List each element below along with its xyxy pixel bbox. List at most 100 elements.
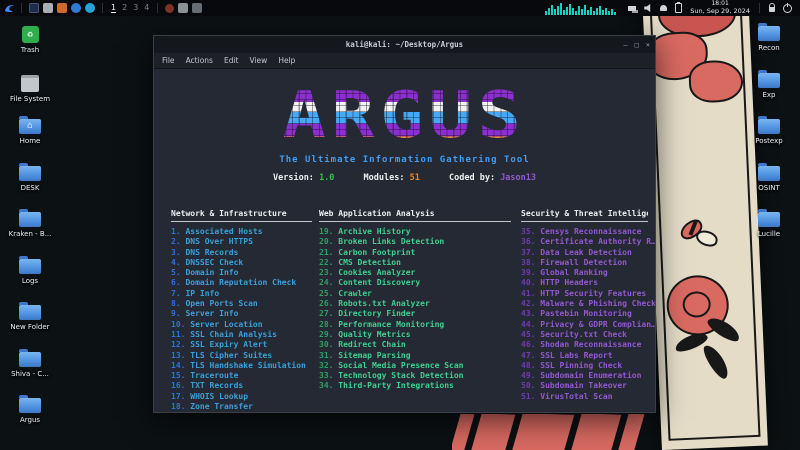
desktop-icon-desk[interactable]: DESK [2, 166, 58, 192]
desktop-icon-lucille[interactable]: Lucille [741, 212, 797, 238]
stripe [452, 414, 474, 450]
workspace-3[interactable]: 3 [133, 3, 138, 13]
menu-file[interactable]: File [162, 56, 175, 65]
module-item: 14. TLS Handshake Simulation [171, 361, 319, 371]
menu-help[interactable]: Help [278, 56, 295, 65]
item-label: Privacy & GDPR Complian… [540, 320, 655, 329]
module-item: 5. Domain Info [171, 268, 319, 278]
item-label: SSL Chain Analysis [190, 330, 277, 339]
item-number: 15. [171, 371, 190, 380]
top-panel: 1234 18:01 Sun, Sep 29, 2024 [0, 0, 800, 16]
vm2-icon[interactable] [192, 3, 202, 13]
item-label: Carbon Footprint [338, 248, 415, 257]
item-label: Certificate Authority R… [540, 237, 655, 246]
network-icon[interactable] [628, 6, 636, 11]
item-number: 29. [319, 330, 338, 339]
terminal-titlebar[interactable]: kali@kali: ~/Desktop/Argus –□× [154, 36, 655, 53]
module-item: 36. Certificate Authority R… [521, 237, 655, 247]
desktop-icon-label: DESK [21, 184, 40, 192]
module-item: 38. Firewall Detection [521, 258, 655, 268]
module-item: 6. Domain Reputation Check [171, 278, 319, 288]
desktop-icon-argus[interactable]: Argus [2, 398, 58, 424]
visualizer-bar [599, 6, 601, 15]
item-label: Performance Monitoring [338, 320, 444, 329]
stripe [565, 414, 622, 450]
folder-icon [758, 26, 780, 41]
desktop-icon-label: Home [20, 137, 41, 145]
desktop-icon-home[interactable]: Home [2, 119, 58, 145]
desktop-icon-shiva-c-[interactable]: Shiva - C... [2, 352, 58, 378]
desktop-icon-postexp[interactable]: Postexp [741, 119, 797, 145]
workspace-4[interactable]: 4 [144, 3, 149, 13]
desktop-icon-trash[interactable]: Trash [2, 26, 58, 54]
item-label: Firewall Detection [540, 258, 627, 267]
battery-icon[interactable] [675, 3, 682, 13]
item-number: 38. [521, 258, 540, 267]
item-number: 47. [521, 351, 540, 360]
app-blue-icon[interactable] [71, 3, 81, 13]
panel-clock[interactable]: 18:01 Sun, Sep 29, 2024 [690, 1, 750, 15]
visualizer-bar [614, 12, 616, 15]
item-number: 5. [171, 268, 185, 277]
app-teal-icon[interactable] [85, 3, 95, 13]
item-label: Sitemap Parsing [338, 351, 410, 360]
panel-separator [759, 3, 760, 13]
module-column-1: Network & Infrastructure1. Associated Ho… [171, 209, 319, 412]
notifications-icon[interactable] [660, 5, 667, 11]
item-label: SSL Labs Report [540, 351, 612, 360]
item-number: 14. [171, 361, 190, 370]
module-item: 32. Social Media Presence Scan [319, 361, 521, 371]
folder-icon [19, 259, 41, 274]
module-item: 3. DNS Records [171, 248, 319, 258]
vm-icon[interactable] [178, 3, 188, 13]
item-number: 26. [319, 299, 338, 308]
item-label: Third-Party Integrations [338, 381, 454, 390]
item-label: CMS Detection [338, 258, 401, 267]
item-label: Quality Metrics [338, 330, 410, 339]
desktop-icon-recon[interactable]: Recon [741, 26, 797, 52]
menu-edit[interactable]: Edit [224, 56, 239, 65]
workspace-2[interactable]: 2 [122, 3, 127, 13]
desktop-icon-logs[interactable]: Logs [2, 259, 58, 285]
minimize-button[interactable]: – [623, 41, 627, 49]
panel-separator [157, 3, 158, 13]
desktop-icon-new-folder[interactable]: New Folder [2, 305, 58, 331]
desktop-icon-exp[interactable]: Exp [741, 73, 797, 99]
item-label: Associated Hosts [185, 227, 262, 236]
text-editor-icon[interactable] [57, 3, 67, 13]
panel-separator [21, 3, 22, 13]
volume-icon[interactable] [644, 4, 652, 12]
item-number: 10. [171, 320, 190, 329]
terminal-icon[interactable] [29, 3, 39, 13]
folder-home-icon [19, 119, 41, 134]
module-item: 42. Malware & Phishing Check [521, 299, 655, 309]
file-manager-icon[interactable] [43, 3, 53, 13]
kali-menu-icon[interactable] [4, 2, 16, 14]
coded-by-value: Jason13 [500, 173, 536, 183]
lock-icon[interactable] [769, 7, 775, 12]
maximize-button[interactable]: □ [635, 41, 639, 49]
desktop-icon-file-system[interactable]: File System [2, 73, 58, 103]
desktop-icon-osint[interactable]: OSINT [741, 166, 797, 192]
item-number: 33. [319, 371, 338, 380]
item-label: Domain Info [185, 268, 238, 277]
module-columns: Network & Infrastructure1. Associated Ho… [171, 209, 655, 412]
module-item: 25. Crawler [319, 289, 521, 299]
power-icon[interactable] [783, 4, 792, 13]
menu-view[interactable]: View [250, 56, 268, 65]
item-label: TXT Records [190, 381, 243, 390]
visualizer-bar [596, 8, 598, 15]
module-item: 47. SSL Labs Report [521, 351, 655, 361]
item-label: Open Ports Scan [185, 299, 257, 308]
card-butterfly [695, 229, 720, 248]
close-button[interactable]: × [646, 41, 650, 49]
item-label: TLS Cipher Suites [190, 351, 272, 360]
burp-icon[interactable] [165, 4, 174, 13]
stripe [506, 414, 575, 450]
workspace-1[interactable]: 1 [111, 3, 116, 13]
item-number: 37. [521, 248, 540, 257]
item-label: HTTP Security Features [540, 289, 646, 298]
desktop-icon-kraken-b-[interactable]: Kraken - B... [2, 212, 58, 238]
visualizer-bar [611, 9, 613, 15]
menu-actions[interactable]: Actions [186, 56, 213, 65]
